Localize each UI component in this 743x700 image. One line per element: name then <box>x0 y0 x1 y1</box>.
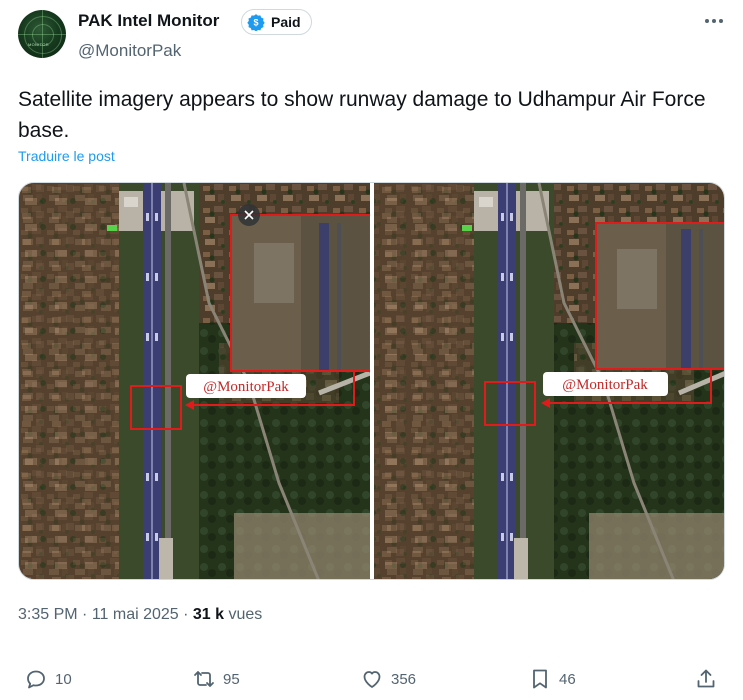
avatar[interactable]: MONITOR <box>18 10 66 58</box>
more-options-button[interactable] <box>700 8 728 34</box>
avatar-label: MONITOR <box>28 42 49 47</box>
bookmark-count: 46 <box>559 670 576 688</box>
heart-icon <box>363 671 381 688</box>
paid-label: Paid <box>271 14 301 30</box>
watermark-left: @MonitorPak <box>203 379 289 395</box>
share-button[interactable] <box>694 662 725 696</box>
watermark-right: @MonitorPak <box>562 377 648 393</box>
like-count: 356 <box>391 670 417 688</box>
action-bar: 10 95 356 46 <box>0 662 743 696</box>
tweet-date[interactable]: 11 mai 2025 <box>92 606 179 623</box>
bookmark-button[interactable]: 46 <box>528 662 576 696</box>
repost-icon <box>194 671 214 687</box>
tweet-media[interactable]: @MonitorPak @MonitorPak <box>18 182 725 580</box>
share-icon <box>697 669 715 688</box>
verified-dollar-icon: $ <box>247 14 265 31</box>
views-label: vues <box>224 606 263 623</box>
repost-button[interactable]: 95 <box>192 662 240 696</box>
tweet-time[interactable]: 3:35 PM <box>18 606 78 623</box>
satellite-image-right[interactable]: @MonitorPak <box>374 183 725 580</box>
svg-text:$: $ <box>253 17 258 27</box>
tweet-text: Satellite imagery appears to show runway… <box>18 88 706 142</box>
author-display-name[interactable]: PAK Intel Monitor <box>78 11 219 31</box>
bookmark-icon <box>533 669 547 689</box>
more-dots-icon <box>705 19 723 23</box>
repost-count: 95 <box>223 670 240 688</box>
translate-post-link[interactable]: Traduire le post <box>18 148 115 164</box>
author-handle[interactable]: @MonitorPak <box>78 41 181 61</box>
views-count: 31 k <box>192 606 225 623</box>
satellite-image-left[interactable]: @MonitorPak <box>19 183 371 580</box>
reply-button[interactable]: 10 <box>24 662 72 696</box>
meta-separator: · <box>77 606 92 623</box>
like-button[interactable]: 356 <box>360 662 416 696</box>
close-icon[interactable] <box>238 204 260 226</box>
meta-separator: · <box>178 606 193 623</box>
reply-count: 10 <box>55 670 72 688</box>
tweet-meta: 3:35 PM · 11 mai 2025 · 31 k vues <box>18 606 262 624</box>
reply-icon <box>27 670 45 689</box>
paid-badge[interactable]: $ Paid <box>241 9 312 35</box>
